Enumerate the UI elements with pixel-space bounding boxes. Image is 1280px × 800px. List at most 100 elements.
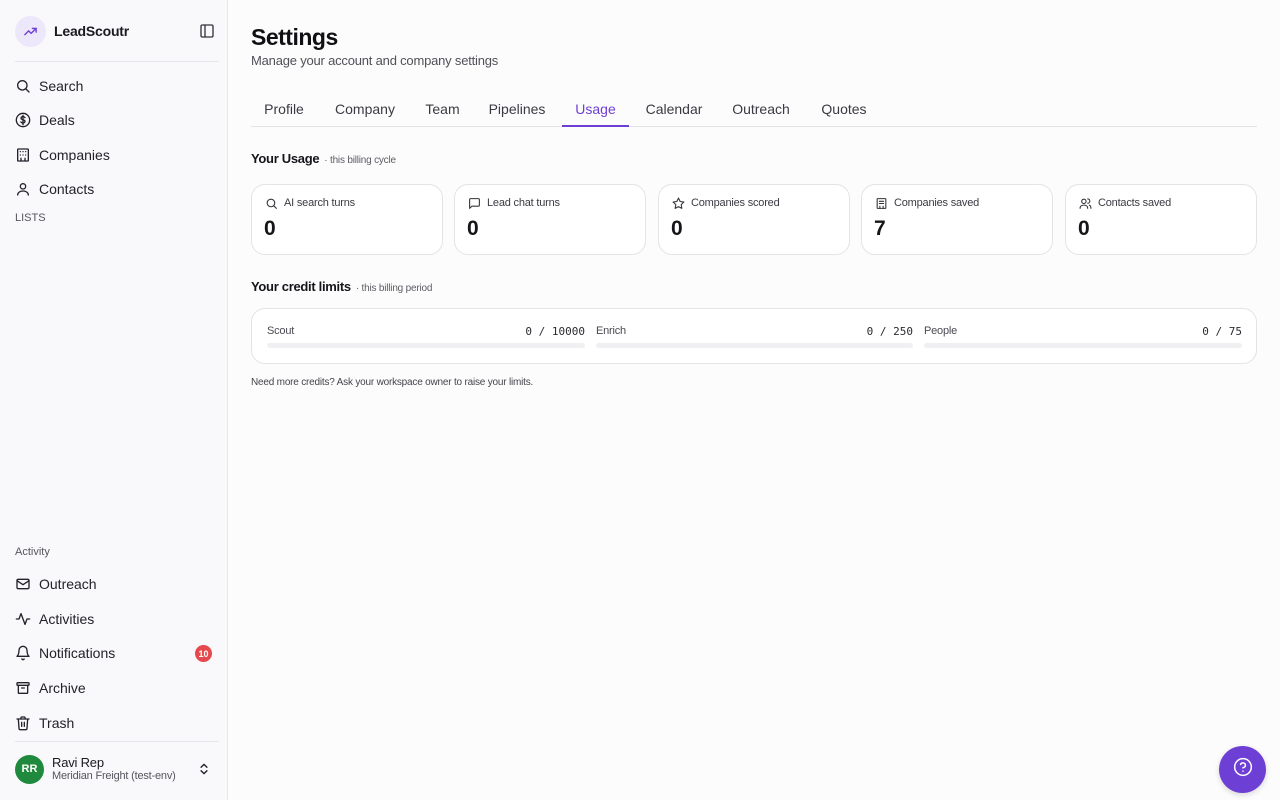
divider bbox=[15, 61, 219, 62]
trending-up-icon bbox=[15, 15, 46, 47]
tab-calendar[interactable]: Calendar bbox=[640, 92, 708, 127]
help-circle-icon bbox=[1233, 757, 1253, 782]
help-button[interactable] bbox=[1219, 746, 1266, 793]
stat-card-ai-search-turns: AI search turns 0 bbox=[251, 184, 443, 255]
user-icon bbox=[15, 181, 31, 197]
sidebar-item-trash[interactable]: Trash bbox=[8, 708, 220, 738]
sidebar-item-label: Notifications bbox=[39, 645, 116, 661]
main-content: Settings Manage your account and company… bbox=[251, 0, 1257, 800]
credit-scout: Scout 0 / 10000 bbox=[267, 325, 585, 351]
building-icon bbox=[874, 196, 888, 210]
credit-name: People bbox=[924, 325, 958, 337]
stat-value: 0 bbox=[671, 217, 683, 240]
stat-card-companies-scored: Companies scored 0 bbox=[658, 184, 850, 255]
sidebar-item-deals[interactable]: Deals bbox=[8, 105, 220, 135]
tab-outreach[interactable]: Outreach bbox=[725, 92, 797, 127]
sidebar-item-contacts[interactable]: Contacts bbox=[8, 174, 220, 204]
credits-note: · this billing period bbox=[355, 283, 433, 294]
search-icon bbox=[15, 78, 31, 94]
sidebar-item-label: Contacts bbox=[39, 181, 95, 197]
sidebar-item-companies[interactable]: Companies bbox=[8, 140, 220, 170]
divider bbox=[15, 741, 219, 742]
credits-footnote: Need more credits? Ask your workspace ow… bbox=[251, 377, 534, 388]
stat-value: 0 bbox=[1078, 217, 1090, 240]
chat-icon bbox=[467, 196, 481, 210]
credits-title: Your credit limits bbox=[251, 279, 351, 294]
usage-heading: Your Usage · this billing cycle bbox=[251, 151, 396, 166]
avatar: RR bbox=[15, 754, 44, 784]
sidebar-item-label: Companies bbox=[39, 147, 110, 163]
sidebar-item-label: Trash bbox=[39, 715, 75, 731]
stat-card-contacts-saved: Contacts saved 0 bbox=[1065, 184, 1257, 255]
brand-name: LeadScoutr bbox=[54, 23, 130, 39]
sidebar-item-activities[interactable]: Activities bbox=[8, 604, 220, 634]
credits-heading: Your credit limits · this billing period bbox=[251, 279, 432, 294]
building-icon bbox=[15, 147, 31, 163]
sidebar-item-label: Search bbox=[39, 78, 84, 94]
sidebar-item-label: Outreach bbox=[39, 576, 97, 592]
star-icon bbox=[671, 196, 685, 210]
credit-progress-bar bbox=[267, 343, 585, 348]
credit-value: 0 / 10000 bbox=[525, 325, 585, 338]
credit-value: 0 / 250 bbox=[866, 325, 913, 338]
tab-pipelines[interactable]: Pipelines bbox=[483, 92, 551, 127]
stat-label-text: Companies scored bbox=[691, 197, 780, 209]
stat-label: Lead chat turns bbox=[467, 196, 560, 210]
tab-usage[interactable]: Usage bbox=[562, 92, 629, 127]
users-icon bbox=[1078, 196, 1092, 210]
sidebar-item-archive[interactable]: Archive bbox=[8, 673, 220, 703]
stat-value: 0 bbox=[467, 217, 479, 240]
activity-icon bbox=[15, 611, 31, 627]
sidebar-item-label: Deals bbox=[39, 112, 75, 128]
stat-label-text: AI search turns bbox=[284, 197, 355, 209]
sidebar-item-notifications[interactable]: Notifications 10 bbox=[8, 638, 220, 668]
stat-label: Companies saved bbox=[874, 196, 979, 210]
archive-icon bbox=[15, 680, 31, 696]
credit-people: People 0 / 75 bbox=[924, 325, 1242, 351]
trash-icon bbox=[15, 715, 31, 731]
credit-progress-bar bbox=[596, 343, 913, 348]
mail-icon bbox=[15, 576, 31, 592]
stat-card-companies-saved: Companies saved 7 bbox=[861, 184, 1053, 255]
stat-card-lead-chat-turns: Lead chat turns 0 bbox=[454, 184, 646, 255]
sidebar-item-label: Activities bbox=[39, 611, 95, 627]
stat-label-text: Lead chat turns bbox=[487, 197, 560, 209]
credit-name: Enrich bbox=[596, 325, 626, 337]
sidebar-item-search[interactable]: Search bbox=[8, 71, 220, 101]
credit-enrich: Enrich 0 / 250 bbox=[596, 325, 913, 351]
tab-quotes[interactable]: Quotes bbox=[813, 92, 875, 127]
tab-team[interactable]: Team bbox=[415, 92, 470, 127]
stat-label-text: Contacts saved bbox=[1098, 197, 1172, 209]
activity-section-label: Activity bbox=[15, 546, 50, 558]
stat-label: Companies scored bbox=[671, 196, 780, 210]
brand[interactable]: LeadScoutr bbox=[15, 15, 219, 47]
usage-title: Your Usage bbox=[251, 151, 320, 166]
user-info: Ravi Rep Meridian Freight (test-env) bbox=[52, 755, 176, 784]
notification-count-badge: 10 bbox=[195, 645, 212, 662]
bell-icon bbox=[15, 645, 31, 661]
page-title: Settings bbox=[251, 24, 338, 50]
sidebar-item-outreach[interactable]: Outreach bbox=[8, 569, 220, 599]
chevrons-up-down-icon bbox=[197, 761, 211, 782]
stat-label: Contacts saved bbox=[1078, 196, 1171, 210]
dollar-circle-icon bbox=[15, 112, 31, 128]
stat-value: 0 bbox=[264, 217, 276, 240]
sidebar-toggle-icon[interactable] bbox=[198, 22, 216, 40]
stat-value: 7 bbox=[874, 217, 886, 240]
tab-profile[interactable]: Profile bbox=[251, 92, 317, 127]
user-menu[interactable]: RR Ravi Rep Meridian Freight (test-env) bbox=[15, 753, 219, 785]
credit-name: Scout bbox=[267, 325, 295, 337]
user-name: Ravi Rep bbox=[52, 754, 104, 770]
user-org: Meridian Freight (test-env) bbox=[52, 770, 176, 783]
credit-value: 0 / 75 bbox=[1202, 325, 1242, 338]
stat-label: AI search turns bbox=[264, 196, 355, 210]
credit-limits-card: Scout 0 / 10000 Enrich 0 / 250 People 0 … bbox=[251, 308, 1257, 364]
settings-tabs: Profile Company Team Pipelines Usage Cal… bbox=[251, 92, 1257, 127]
sidebar: LeadScoutr Search Deals Companies Contac… bbox=[0, 0, 228, 800]
usage-note: · this billing cycle bbox=[324, 155, 396, 166]
stat-label-text: Companies saved bbox=[894, 197, 980, 209]
page-subtitle: Manage your account and company settings bbox=[251, 53, 499, 68]
sidebar-item-label: Archive bbox=[39, 680, 86, 696]
lists-section-label: LISTS bbox=[15, 212, 46, 224]
tab-company[interactable]: Company bbox=[328, 92, 402, 127]
